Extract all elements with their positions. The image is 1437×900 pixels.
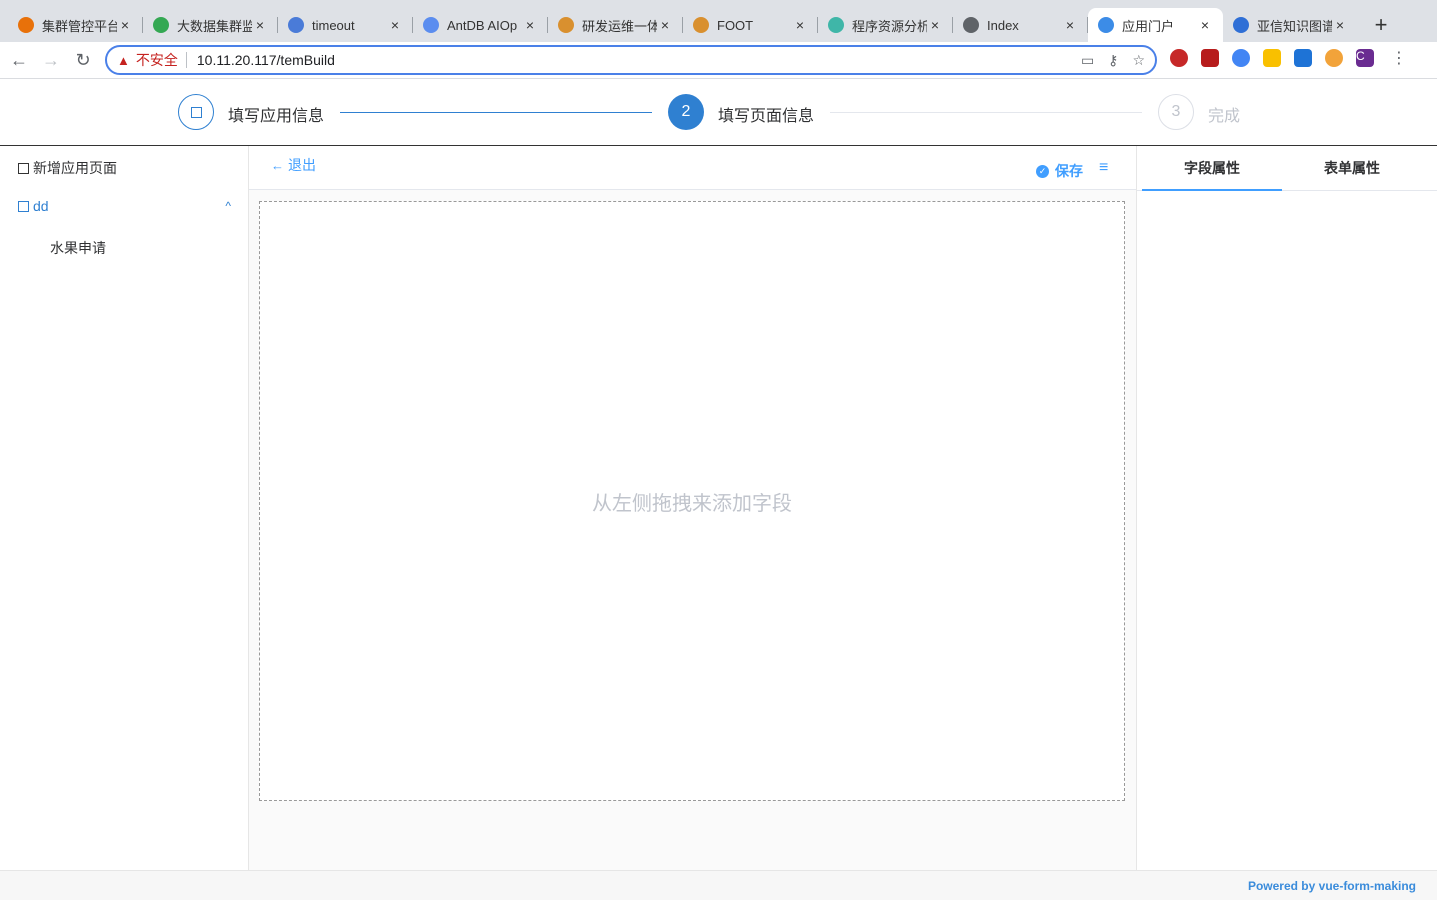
browser-tab[interactable]: 研发运维一体 × xyxy=(548,8,683,42)
form-editor: ← 退出 ✓ 保存 ≡ 从左侧拖拽来添加字段 xyxy=(249,146,1136,870)
close-icon[interactable]: × xyxy=(1332,17,1348,33)
tab-favicon-icon xyxy=(1233,17,1249,33)
browser-tab-bar: 集群管控平台 × 大数据集群监 × timeout × AntDB AIOp × 研发运… xyxy=(0,0,1437,42)
page-group-label: dd xyxy=(33,198,49,214)
tab-title: 集群管控平台 xyxy=(42,18,117,34)
add-page-button[interactable]: 新增应用页面 xyxy=(18,158,117,178)
step-3-label: 完成 xyxy=(1208,108,1241,125)
properties-tabs: 字段属性 表单属性 xyxy=(1137,146,1437,191)
exit-label: 退出 xyxy=(288,157,316,173)
tab-favicon-icon xyxy=(828,17,844,33)
browser-tab[interactable]: 程序资源分析 × xyxy=(818,8,953,42)
properties-panel: 字段属性 表单属性 xyxy=(1136,146,1437,870)
check-circle-icon: ✓ xyxy=(1036,164,1049,178)
tab-favicon-icon xyxy=(18,17,34,33)
form-drop-zone[interactable]: 从左侧拖拽来添加字段 xyxy=(259,201,1125,801)
page-group-dd[interactable]: dd ^ xyxy=(18,198,231,214)
step-2-label: 填写页面信息 xyxy=(718,108,815,125)
extension-cookie-icon[interactable] xyxy=(1325,49,1343,67)
tab-title: 大数据集群监 xyxy=(177,18,252,34)
editor-toolbar: ← 退出 ✓ 保存 ≡ xyxy=(249,146,1136,190)
forward-button[interactable]: → xyxy=(35,44,67,76)
browser-menu-icon[interactable]: ⋮ xyxy=(1391,48,1407,68)
steps-header: 填写应用信息 2 填写页面信息 3 完成 xyxy=(0,80,1437,146)
menu-lines-icon[interactable]: ≡ xyxy=(1099,159,1108,177)
cast-icon[interactable]: ▭ xyxy=(1081,52,1094,69)
tab-form-properties[interactable]: 表单属性 xyxy=(1282,146,1422,190)
step-1-line xyxy=(340,112,652,113)
arrow-left-icon: ← xyxy=(271,157,284,173)
tab-title: Index xyxy=(987,17,1019,33)
step-2-circle: 2 xyxy=(668,94,704,130)
close-icon[interactable]: × xyxy=(792,17,808,33)
browser-tab-active[interactable]: 应用门户 × xyxy=(1088,8,1223,42)
save-button[interactable]: ✓ 保存 xyxy=(1036,161,1083,181)
tab-favicon-icon xyxy=(693,17,709,33)
warning-icon: ▲ xyxy=(117,52,130,68)
extension-g-icon[interactable] xyxy=(1232,49,1250,67)
step-3-circle: 3 xyxy=(1158,94,1194,130)
tab-favicon-icon xyxy=(558,17,574,33)
tab-favicon-icon xyxy=(423,17,439,33)
extensions-area: C ⋮ xyxy=(1170,48,1407,68)
page-item[interactable]: 水果申请 xyxy=(50,238,106,258)
tab-favicon-icon xyxy=(153,17,169,33)
tab-title: 应用门户 xyxy=(1122,18,1175,34)
page-sidebar: 新增应用页面 dd ^ 水果申请 xyxy=(0,146,249,870)
tab-field-properties[interactable]: 字段属性 xyxy=(1142,146,1282,191)
browser-tab[interactable]: 大数据集群监 × xyxy=(143,8,278,42)
close-icon[interactable]: × xyxy=(657,17,673,33)
browser-tab[interactable]: 集群管控平台 × xyxy=(8,8,143,42)
step-1-label: 填写应用信息 xyxy=(228,108,325,125)
extension-screenshot-icon[interactable] xyxy=(1201,49,1219,67)
reload-button[interactable]: ↻ xyxy=(67,44,99,76)
folder-square-icon xyxy=(18,200,29,212)
save-label: 保存 xyxy=(1055,163,1083,179)
browser-tab[interactable]: Index × xyxy=(953,8,1088,42)
browser-tab[interactable]: FOOT × xyxy=(683,8,818,42)
close-icon[interactable]: × xyxy=(1197,17,1213,33)
tab-title: 程序资源分析 xyxy=(852,18,927,34)
powered-by-link[interactable]: Powered by vue-form-making xyxy=(1248,879,1416,893)
tab-title: FOOT xyxy=(717,17,754,33)
close-icon[interactable]: × xyxy=(927,17,943,33)
star-icon[interactable]: ☆ xyxy=(1132,52,1145,69)
browser-tab[interactable]: 亚信知识图谱 × xyxy=(1223,8,1358,42)
security-status[interactable]: 不安全 xyxy=(136,50,178,70)
address-bar[interactable]: ▲ 不安全 10.11.20.117/temBuild ▭ ⚷ ☆ xyxy=(105,45,1157,75)
tab-favicon-icon xyxy=(1098,17,1114,33)
add-page-label: 新增应用页面 xyxy=(33,160,117,176)
page-footer: Powered by vue-form-making xyxy=(0,870,1437,900)
exit-button[interactable]: ← 退出 xyxy=(271,155,316,175)
profile-avatar[interactable]: C xyxy=(1356,49,1374,67)
browser-tab[interactable]: timeout × xyxy=(278,8,413,42)
back-button[interactable]: ← xyxy=(3,44,35,76)
tab-title: AntDB AIOp xyxy=(447,17,518,33)
add-square-icon xyxy=(18,162,29,174)
step-2-line xyxy=(830,112,1142,113)
close-icon[interactable]: × xyxy=(1062,17,1078,33)
tab-favicon-icon xyxy=(963,17,979,33)
extension-note-icon[interactable] xyxy=(1263,49,1281,67)
extension-stop-icon[interactable] xyxy=(1170,49,1188,67)
browser-tab[interactable]: AntDB AIOp × xyxy=(413,8,548,42)
extension-172-icon[interactable] xyxy=(1294,49,1312,67)
new-tab-button[interactable]: + xyxy=(1364,8,1398,42)
step-1-circle xyxy=(178,94,214,130)
close-icon[interactable]: × xyxy=(252,17,268,33)
tab-favicon-icon xyxy=(288,17,304,33)
close-icon[interactable]: × xyxy=(387,17,403,33)
check-square-icon xyxy=(190,106,202,118)
browser-toolbar: ← → ↻ ▲ 不安全 10.11.20.117/temBuild ▭ ⚷ ☆ … xyxy=(0,42,1437,79)
close-icon[interactable]: × xyxy=(117,17,133,33)
tab-title: 亚信知识图谱 xyxy=(1257,18,1332,34)
tab-title: 研发运维一体 xyxy=(582,18,657,34)
tab-title: timeout xyxy=(312,17,355,33)
drop-zone-placeholder: 从左侧拖拽来添加字段 xyxy=(592,492,792,515)
url-text[interactable]: 10.11.20.117/temBuild xyxy=(197,52,1081,68)
key-icon[interactable]: ⚷ xyxy=(1108,52,1118,69)
chevron-up-icon[interactable]: ^ xyxy=(225,199,231,213)
close-icon[interactable]: × xyxy=(522,17,538,33)
